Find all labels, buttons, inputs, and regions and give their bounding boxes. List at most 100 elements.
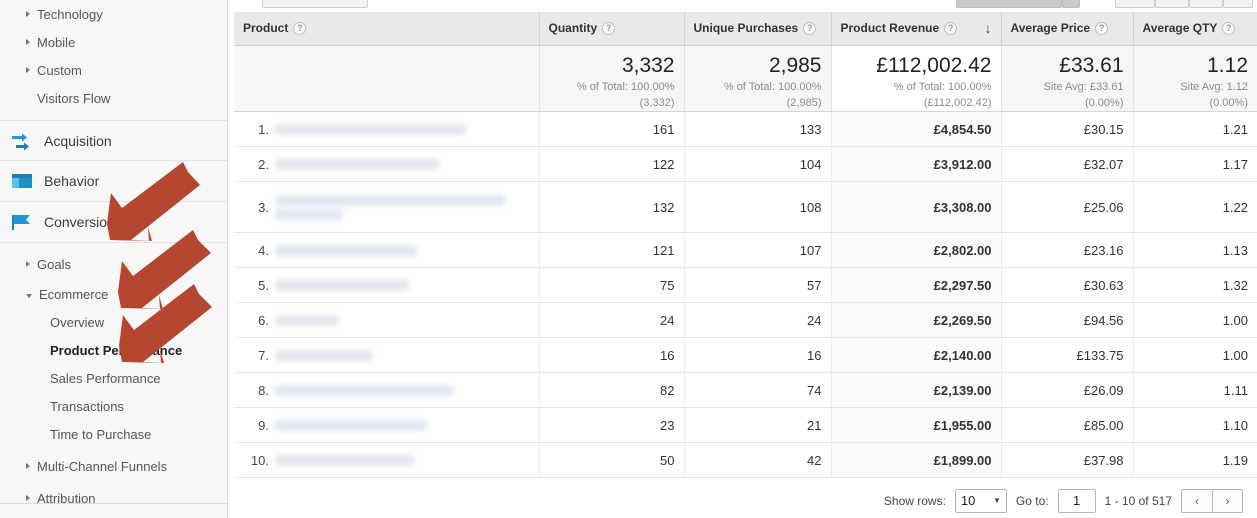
toolbar-strip-clipped (228, 0, 1257, 12)
cell-product[interactable]: 10. (234, 442, 540, 479)
sidebar-item-label: Product Performance (50, 342, 183, 358)
help-icon[interactable]: ? (944, 21, 958, 35)
cell-product[interactable]: 2. (234, 146, 540, 183)
sidebar-item-mobile[interactable]: Mobile (0, 28, 227, 56)
sidebar-item-label: Custom (37, 62, 82, 78)
cell-quantity: 50 (539, 442, 685, 479)
help-icon[interactable]: ? (602, 21, 616, 35)
totals-delta: (0.00%) (1209, 97, 1248, 110)
help-icon[interactable]: ? (1095, 21, 1109, 35)
show-rows-label: Show rows: (883, 493, 946, 508)
sidebar-section-conversions[interactable]: Conversions (0, 202, 227, 243)
cell-unique-purchases: 108 (684, 181, 832, 234)
toolbar-control-clipped[interactable] (262, 0, 368, 8)
totals-value: 1.12 (1207, 53, 1248, 77)
cell-product[interactable]: 9. (234, 407, 540, 444)
previous-page-button[interactable]: ‹ (1181, 488, 1212, 513)
cell-average-price: £94.56 (1001, 302, 1134, 339)
column-header-product[interactable]: Product ? (234, 12, 540, 46)
cell-product[interactable]: 1. (234, 111, 540, 148)
table-row[interactable]: 8. 82 74 £2,139.00 £26.09 1.11 (234, 372, 1257, 409)
rows-per-page-value: 10 (960, 493, 976, 508)
sidebar-item-goals[interactable]: Goals (0, 250, 227, 278)
table-row[interactable]: 4. 121 107 £2,802.00 £23.16 1.13 (234, 232, 1257, 269)
column-header-average-qty[interactable]: Average QTY ? (1133, 12, 1257, 46)
cell-average-qty: 1.10 (1133, 407, 1257, 444)
cell-product-revenue: £2,802.00 (831, 232, 1002, 269)
sidebar-item-technology[interactable]: Technology (0, 0, 227, 28)
column-header-product-revenue[interactable]: Product Revenue ? ↓ (831, 12, 1002, 46)
sidebar-item-transactions[interactable]: Transactions (0, 392, 227, 420)
chevron-right-icon (26, 11, 30, 17)
totals-value: 2,985 (768, 53, 822, 77)
pager-buttons: ‹ › (1181, 488, 1243, 513)
goto-page-input[interactable] (1057, 488, 1096, 513)
chevron-right-icon (26, 495, 30, 501)
sidebar-item-label: Technology (37, 6, 103, 22)
sidebar-item-sales-performance[interactable]: Sales Performance (0, 364, 227, 392)
row-index: 9. (258, 417, 269, 433)
cell-average-price: £23.16 (1001, 232, 1134, 269)
help-icon[interactable]: ? (803, 21, 817, 35)
sidebar-item-overview[interactable]: Overview (0, 308, 227, 336)
sidebar-item-time-to-purchase[interactable]: Time to Purchase (0, 420, 227, 448)
cell-product[interactable]: 5. (234, 267, 540, 304)
chevron-down-icon: ▼ (993, 496, 1001, 505)
sidebar-item-label: Time to Purchase (50, 426, 152, 442)
sidebar-divider (0, 503, 227, 504)
sidebar-item-multi-channel-funnels[interactable]: Multi-Channel Funnels (0, 452, 227, 480)
cell-average-price: £37.98 (1001, 442, 1134, 479)
totals-cell-product (234, 45, 540, 113)
next-page-button[interactable]: › (1212, 488, 1243, 513)
cell-quantity: 16 (539, 337, 685, 374)
help-icon[interactable]: ? (293, 21, 307, 35)
toolbar-control-clipped[interactable] (956, 0, 1062, 8)
table-row[interactable]: 6. 24 24 £2,269.50 £94.56 1.00 (234, 302, 1257, 339)
cell-product[interactable]: 3. (234, 181, 540, 234)
column-label: Product Revenue (840, 21, 940, 36)
toolbar-control-clipped[interactable] (1223, 0, 1253, 8)
sidebar-section-acquisition[interactable]: Acquisition (0, 120, 227, 161)
sidebar-item-visitors-flow[interactable]: Visitors Flow (0, 84, 227, 112)
column-header-quantity[interactable]: Quantity ? (539, 12, 685, 46)
product-name-redacted (275, 347, 530, 364)
table-row[interactable]: 3. 132 108 £3,308.00 £25.06 1.22 (234, 181, 1257, 234)
table-row[interactable]: 9. 23 21 £1,955.00 £85.00 1.10 (234, 407, 1257, 444)
cell-product[interactable]: 6. (234, 302, 540, 339)
toolbar-control-clipped[interactable] (1062, 0, 1080, 8)
table-header-row: Product ? Quantity ? Unique Purchases ? … (234, 12, 1257, 46)
sidebar-item-attribution[interactable]: Attribution (0, 484, 227, 512)
sidebar-section-label: Acquisition (44, 132, 112, 149)
row-index: 3. (258, 199, 269, 215)
help-icon[interactable]: ? (1222, 21, 1236, 35)
table-row[interactable]: 7. 16 16 £2,140.00 £133.75 1.00 (234, 337, 1257, 374)
toolbar-control-clipped[interactable] (1115, 0, 1155, 8)
rows-per-page-select[interactable]: 10 ▼ (954, 488, 1007, 513)
cell-unique-purchases: 42 (684, 442, 832, 479)
cell-product[interactable]: 8. (234, 372, 540, 409)
sidebar-item-custom[interactable]: Custom (0, 56, 227, 84)
row-index: 8. (258, 382, 269, 398)
row-index: 10. (250, 452, 269, 468)
column-header-average-price[interactable]: Average Price ? (1001, 12, 1134, 46)
table-row[interactable]: 10. 50 42 £1,899.00 £37.98 1.19 (234, 442, 1257, 479)
sidebar-item-product-performance[interactable]: Product Performance (0, 336, 227, 364)
column-label: Average QTY (1142, 21, 1218, 36)
sidebar-item-label: Mobile (37, 34, 76, 50)
table-row[interactable]: 2. 122 104 £3,912.00 £32.07 1.17 (234, 146, 1257, 183)
column-header-unique-purchases[interactable]: Unique Purchases ? (684, 12, 832, 46)
sidebar-section-behavior[interactable]: Behavior (0, 161, 227, 202)
table-row[interactable]: 5. 75 57 £2,297.50 £30.63 1.32 (234, 267, 1257, 304)
toolbar-control-clipped[interactable] (1189, 0, 1223, 8)
toolbar-control-clipped[interactable] (1155, 0, 1189, 8)
cell-product-revenue: £2,297.50 (831, 267, 1002, 304)
cell-product[interactable]: 4. (234, 232, 540, 269)
totals-cell-product-revenue: £112,002.42 % of Total: 100.00% (£112,00… (831, 45, 1002, 113)
sidebar-item-ecommerce[interactable]: Ecommerce (0, 280, 227, 308)
chevron-right-icon (26, 39, 30, 45)
table-totals: 3,332 % of Total: 100.00% (3,332) 2,985 … (234, 45, 1257, 113)
sort-descending-icon[interactable]: ↓ (979, 20, 992, 36)
table-row[interactable]: 1. 161 133 £4,854.50 £30.15 1.21 (234, 111, 1257, 148)
cell-average-price: £32.07 (1001, 146, 1134, 183)
cell-product[interactable]: 7. (234, 337, 540, 374)
